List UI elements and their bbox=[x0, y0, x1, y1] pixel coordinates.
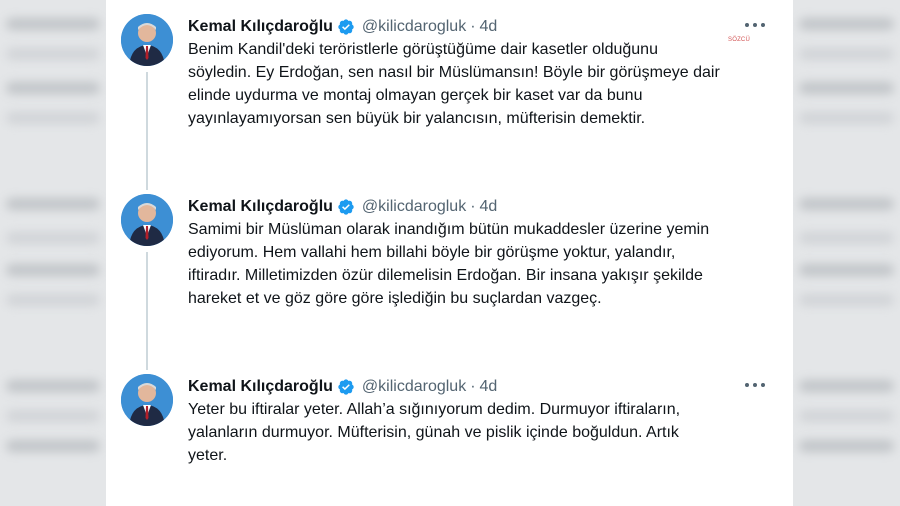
verified-badge-icon bbox=[337, 378, 355, 396]
author-name[interactable]: Kemal Kılıçdaroğlu bbox=[188, 378, 333, 396]
tweet-text-line: Yeter bu iftiralar yeter. Allah’a sığını… bbox=[188, 401, 681, 418]
tweet-text-line: Benim Kandil'deki teröristlerle görüştüğ… bbox=[188, 41, 658, 58]
tweet-text-line: söyledin. Ey Erdoğan, sen nasıl bir Müsl… bbox=[188, 64, 720, 81]
tweet-text: Yeter bu iftiralar yeter. Allah’a sığını… bbox=[188, 398, 773, 467]
verified-badge-icon bbox=[337, 198, 355, 216]
separator-dot: · bbox=[470, 378, 476, 395]
more-options-icon[interactable] bbox=[745, 378, 765, 392]
profile-photo bbox=[121, 14, 173, 66]
profile-photo bbox=[121, 194, 173, 246]
tweet-text-line: hareket et ve göz göre göre işlediğin bu… bbox=[188, 290, 602, 307]
profile-photo bbox=[121, 374, 173, 426]
author-name[interactable]: Kemal Kılıçdaroğlu bbox=[188, 198, 333, 216]
avatar[interactable] bbox=[121, 194, 173, 246]
tweet-timestamp[interactable]: 4d bbox=[480, 198, 498, 216]
tweet-text-line: yalanların durmuyor. Müfterisin, günah v… bbox=[188, 424, 679, 441]
tweet-text-line: Samimi bir Müslüman olarak inandığım büt… bbox=[188, 221, 710, 238]
tweet-text: Samimi bir Müslüman olarak inandığım büt… bbox=[188, 218, 773, 310]
tweet-header: Kemal Kılıçdaroğlu @kilicdarogluk · 4d bbox=[188, 196, 497, 218]
tweet-timestamp[interactable]: 4d bbox=[480, 378, 498, 396]
tweet[interactable]: Kemal Kılıçdaroğlu @kilicdarogluk · 4d B… bbox=[106, 14, 793, 174]
tweet-header: Kemal Kılıçdaroğlu @kilicdarogluk · 4d bbox=[188, 16, 497, 38]
tweet-thread: SÖZCÜ Kemal Kılıçdaroğlu @kilicdarogluk … bbox=[106, 0, 793, 506]
tweet-text-line: ediyorum. Hem vallahi hem billahi böyle … bbox=[188, 244, 676, 261]
author-handle[interactable]: @kilicdarogluk bbox=[362, 378, 466, 396]
blurred-background-left bbox=[0, 0, 106, 506]
tweet-text: Benim Kandil'deki teröristlerle görüştüğ… bbox=[188, 38, 773, 130]
avatar[interactable] bbox=[121, 374, 173, 426]
separator-dot: · bbox=[470, 18, 476, 35]
separator-dot: · bbox=[470, 198, 476, 215]
blurred-background-right bbox=[793, 0, 900, 506]
tweet-text-line: yeter. bbox=[188, 447, 228, 464]
author-handle[interactable]: @kilicdarogluk bbox=[362, 198, 466, 216]
tweet-header: Kemal Kılıçdaroğlu @kilicdarogluk · 4d bbox=[188, 376, 497, 398]
author-name[interactable]: Kemal Kılıçdaroğlu bbox=[188, 18, 333, 36]
more-options-icon[interactable] bbox=[745, 18, 765, 32]
author-handle[interactable]: @kilicdarogluk bbox=[362, 18, 466, 36]
tweet-text-line: iftiradır. Milletimizden özür dilemelisi… bbox=[188, 267, 703, 284]
tweet[interactable]: Kemal Kılıçdaroğlu @kilicdarogluk · 4d S… bbox=[106, 194, 793, 354]
tweet-timestamp[interactable]: 4d bbox=[480, 18, 498, 36]
tweet-text-line: yayınlayamıyorsan sen büyük bir yalancıs… bbox=[188, 110, 646, 127]
verified-badge-icon bbox=[337, 18, 355, 36]
avatar[interactable] bbox=[121, 14, 173, 66]
tweet[interactable]: Kemal Kılıçdaroğlu @kilicdarogluk · 4d Y… bbox=[106, 374, 793, 494]
tweet-text-line: elinde uydurma ve montaj olmayan gerçek … bbox=[188, 87, 643, 104]
